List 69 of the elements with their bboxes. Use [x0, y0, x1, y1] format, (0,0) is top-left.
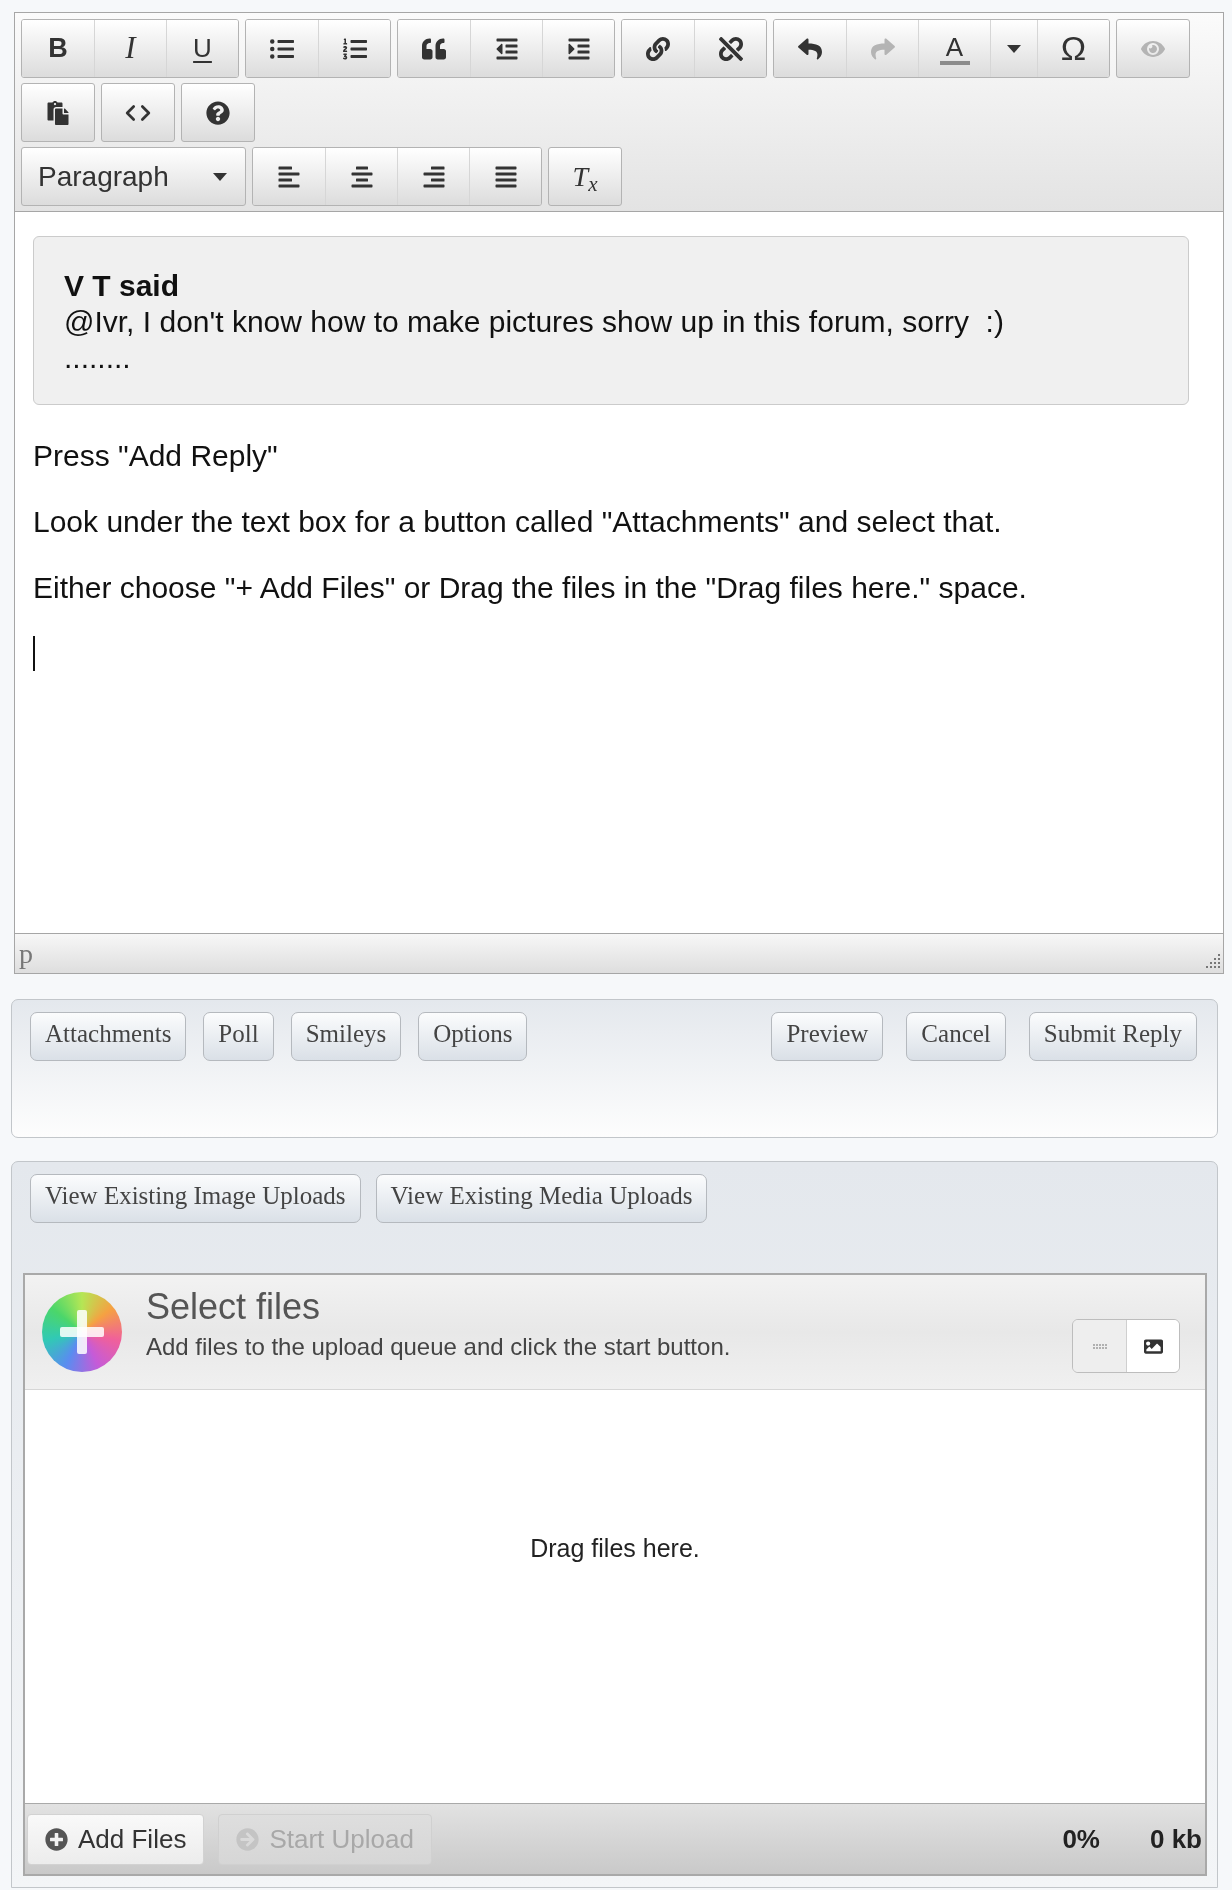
bold-button[interactable]: B	[22, 20, 94, 77]
italic-button[interactable]: I	[94, 20, 166, 77]
caret-icon	[1007, 44, 1021, 53]
caret-icon	[213, 172, 227, 181]
align-right-icon	[421, 164, 446, 189]
redo-icon	[870, 36, 895, 61]
link-icon	[646, 36, 670, 61]
quote-icon	[422, 36, 446, 61]
paragraph-text: Look under the text box for a button called "Attachments" and select that.	[33, 504, 1003, 540]
paste-as-text-button[interactable]	[21, 83, 95, 142]
link-button[interactable]	[622, 20, 694, 77]
align-left-button[interactable]	[253, 148, 325, 205]
quote-author: V T said	[64, 268, 181, 304]
attachments-button[interactable]: Attachments	[30, 1012, 187, 1061]
color-swatch-icon	[939, 60, 970, 65]
help-button[interactable]	[181, 83, 255, 142]
thumbnail-view-button[interactable]	[1126, 1320, 1179, 1372]
resize-handle-icon[interactable]	[1206, 952, 1220, 968]
numbered-list-icon	[342, 36, 367, 61]
image-icon	[1143, 1336, 1163, 1356]
unlink-button[interactable]	[694, 20, 766, 77]
cancel-button[interactable]: Cancel	[906, 1012, 1006, 1061]
uploader-title: Select files	[146, 1287, 322, 1327]
quote-text: @Ivr, I don't know how to make pictures show up in this forum, sorry :)	[64, 304, 1005, 340]
element-path[interactable]: p	[19, 938, 33, 969]
justify-button[interactable]	[469, 148, 541, 205]
view-media-uploads-button[interactable]: View Existing Media Uploads	[375, 1174, 708, 1223]
format-dropdown[interactable]: Paragraph	[21, 147, 246, 206]
broken-link-icon	[718, 36, 743, 61]
drop-zone[interactable]: Drag files here.	[25, 1390, 1205, 1803]
indent-button[interactable]	[542, 20, 614, 77]
bullet-list-button[interactable]	[246, 20, 318, 77]
align-center-icon	[349, 164, 374, 189]
align-center-button[interactable]	[325, 148, 397, 205]
smileys-button[interactable]: Smileys	[290, 1012, 402, 1061]
paragraph-text: Either choose "+ Add Files" or Drag the files in the "Drag files here." space.	[33, 570, 1028, 606]
text-color-menu-button[interactable]	[990, 20, 1037, 77]
align-left-icon	[277, 164, 301, 189]
justify-icon	[493, 164, 518, 189]
drop-hint: Drag files here.	[530, 1533, 700, 1563]
preview-button[interactable]: Preview	[771, 1012, 884, 1061]
uploader-subtitle: Add files to the upload queue and click the start button.	[146, 1333, 731, 1361]
outdent-icon	[494, 36, 519, 61]
clear-formatting-button[interactable]: T$_{x}$	[548, 147, 622, 206]
text-cursor-icon	[33, 636, 35, 671]
submit-reply-button[interactable]: Submit Reply	[1028, 1012, 1197, 1061]
outdent-button[interactable]	[470, 20, 542, 77]
upload-percent: 0%	[1062, 1822, 1100, 1856]
poll-button[interactable]: Poll	[203, 1012, 274, 1061]
quote-text: ........	[64, 340, 132, 376]
list-icon	[1092, 1343, 1107, 1349]
options-button[interactable]: Options	[418, 1012, 528, 1061]
paragraph-text: Press "Add Reply"	[33, 438, 279, 474]
view-image-uploads-button[interactable]: View Existing Image Uploads	[30, 1174, 361, 1223]
bullet-list-icon	[270, 36, 294, 61]
source-code-button[interactable]	[101, 83, 175, 142]
add-files-button[interactable]: Add Files	[27, 1813, 205, 1865]
undo-icon	[798, 36, 822, 61]
align-right-button[interactable]	[397, 148, 469, 205]
underline-button[interactable]: U	[166, 20, 238, 77]
text-color-button[interactable]: A	[918, 20, 990, 77]
indent-icon	[566, 36, 591, 61]
special-character-button[interactable]: Ω	[1037, 20, 1109, 77]
help-icon	[206, 100, 230, 125]
undo-button[interactable]	[774, 20, 846, 77]
numbered-list-button[interactable]	[318, 20, 390, 77]
clipboard-icon	[46, 100, 70, 125]
upload-size: 0 kb	[1149, 1822, 1202, 1856]
blockquote-button[interactable]	[398, 20, 470, 77]
